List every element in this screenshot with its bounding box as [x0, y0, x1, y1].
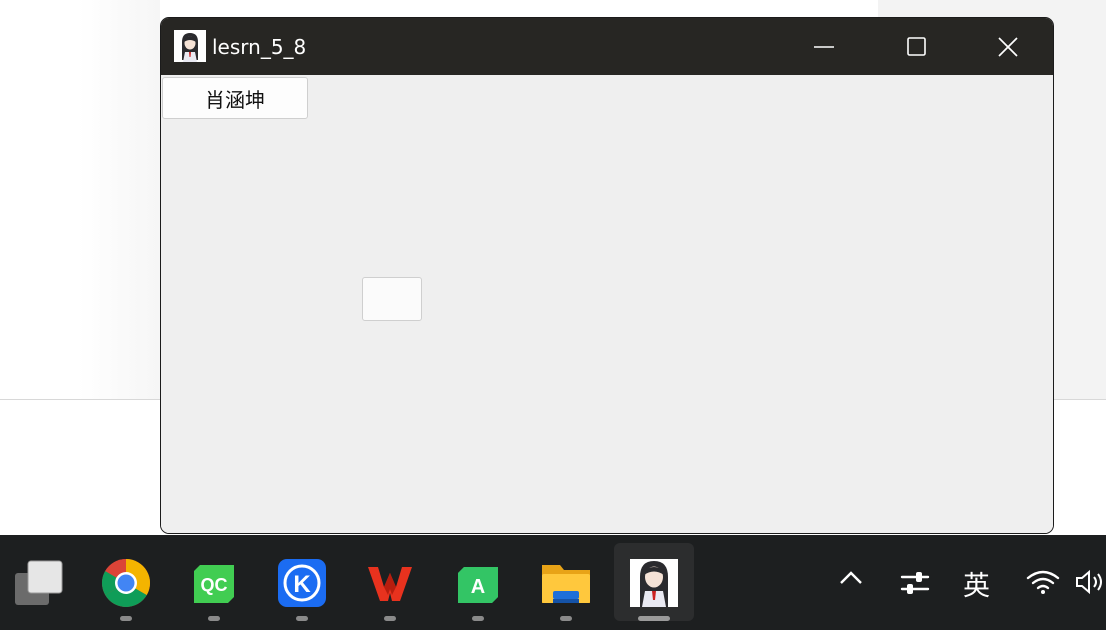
kugou-icon: K — [278, 559, 326, 607]
close-button[interactable] — [961, 18, 1053, 75]
kugou-button[interactable]: K — [274, 555, 330, 611]
running-indicator — [472, 616, 484, 621]
file-explorer-button[interactable] — [538, 555, 594, 611]
running-indicator — [560, 616, 572, 621]
empty-widget[interactable] — [362, 277, 422, 321]
minimize-button[interactable] — [777, 18, 869, 75]
name-push-button[interactable]: 肖涵坤 — [162, 77, 308, 119]
chrome-button[interactable] — [98, 555, 154, 611]
qt-creator-button[interactable]: QC — [186, 555, 242, 611]
app-icon — [174, 30, 206, 62]
app-window: lesrn_5_8 肖涵坤 — [160, 17, 1054, 534]
running-indicator — [208, 616, 220, 621]
volume-button[interactable] — [1074, 569, 1106, 600]
show-hidden-icons-button[interactable] — [838, 565, 864, 596]
wps-button[interactable] — [362, 555, 418, 611]
taskbar: QC K A 英 — [0, 535, 1106, 630]
chevron-up-icon — [840, 571, 862, 584]
running-indicator — [296, 616, 308, 621]
close-icon — [998, 37, 1018, 57]
task-view-button[interactable] — [12, 555, 68, 611]
desktop-shade — [78, 0, 160, 400]
wps-icon — [368, 567, 412, 601]
running-indicator — [120, 616, 132, 621]
android-studio-button[interactable]: A — [450, 555, 506, 611]
chrome-icon — [101, 559, 151, 608]
input-method-indicator[interactable]: 英 — [963, 564, 990, 603]
wifi-icon — [1026, 570, 1060, 594]
quick-settings-button[interactable] — [900, 568, 930, 603]
speaker-icon — [1076, 569, 1102, 595]
maximize-icon — [907, 37, 926, 56]
folder-icon — [542, 565, 590, 603]
lesrn-app-button[interactable] — [626, 555, 682, 611]
svg-text:K: K — [293, 571, 311, 598]
minimize-icon — [814, 46, 834, 48]
sliders-icon — [900, 572, 930, 594]
anime-app-icon — [630, 559, 678, 607]
android-studio-icon: A — [458, 567, 498, 603]
window-title: lesrn_5_8 — [212, 35, 307, 59]
svg-text:QC: QC — [201, 575, 228, 595]
network-button[interactable] — [1026, 569, 1060, 600]
maximize-button[interactable] — [869, 18, 961, 75]
active-indicator — [638, 616, 670, 621]
svg-text:A: A — [471, 576, 485, 598]
task-view-icon — [15, 560, 63, 605]
title-bar[interactable]: lesrn_5_8 — [161, 18, 1053, 75]
qt-creator-icon: QC — [194, 565, 234, 603]
client-area: 肖涵坤 — [161, 75, 1053, 533]
running-indicator — [384, 616, 396, 621]
